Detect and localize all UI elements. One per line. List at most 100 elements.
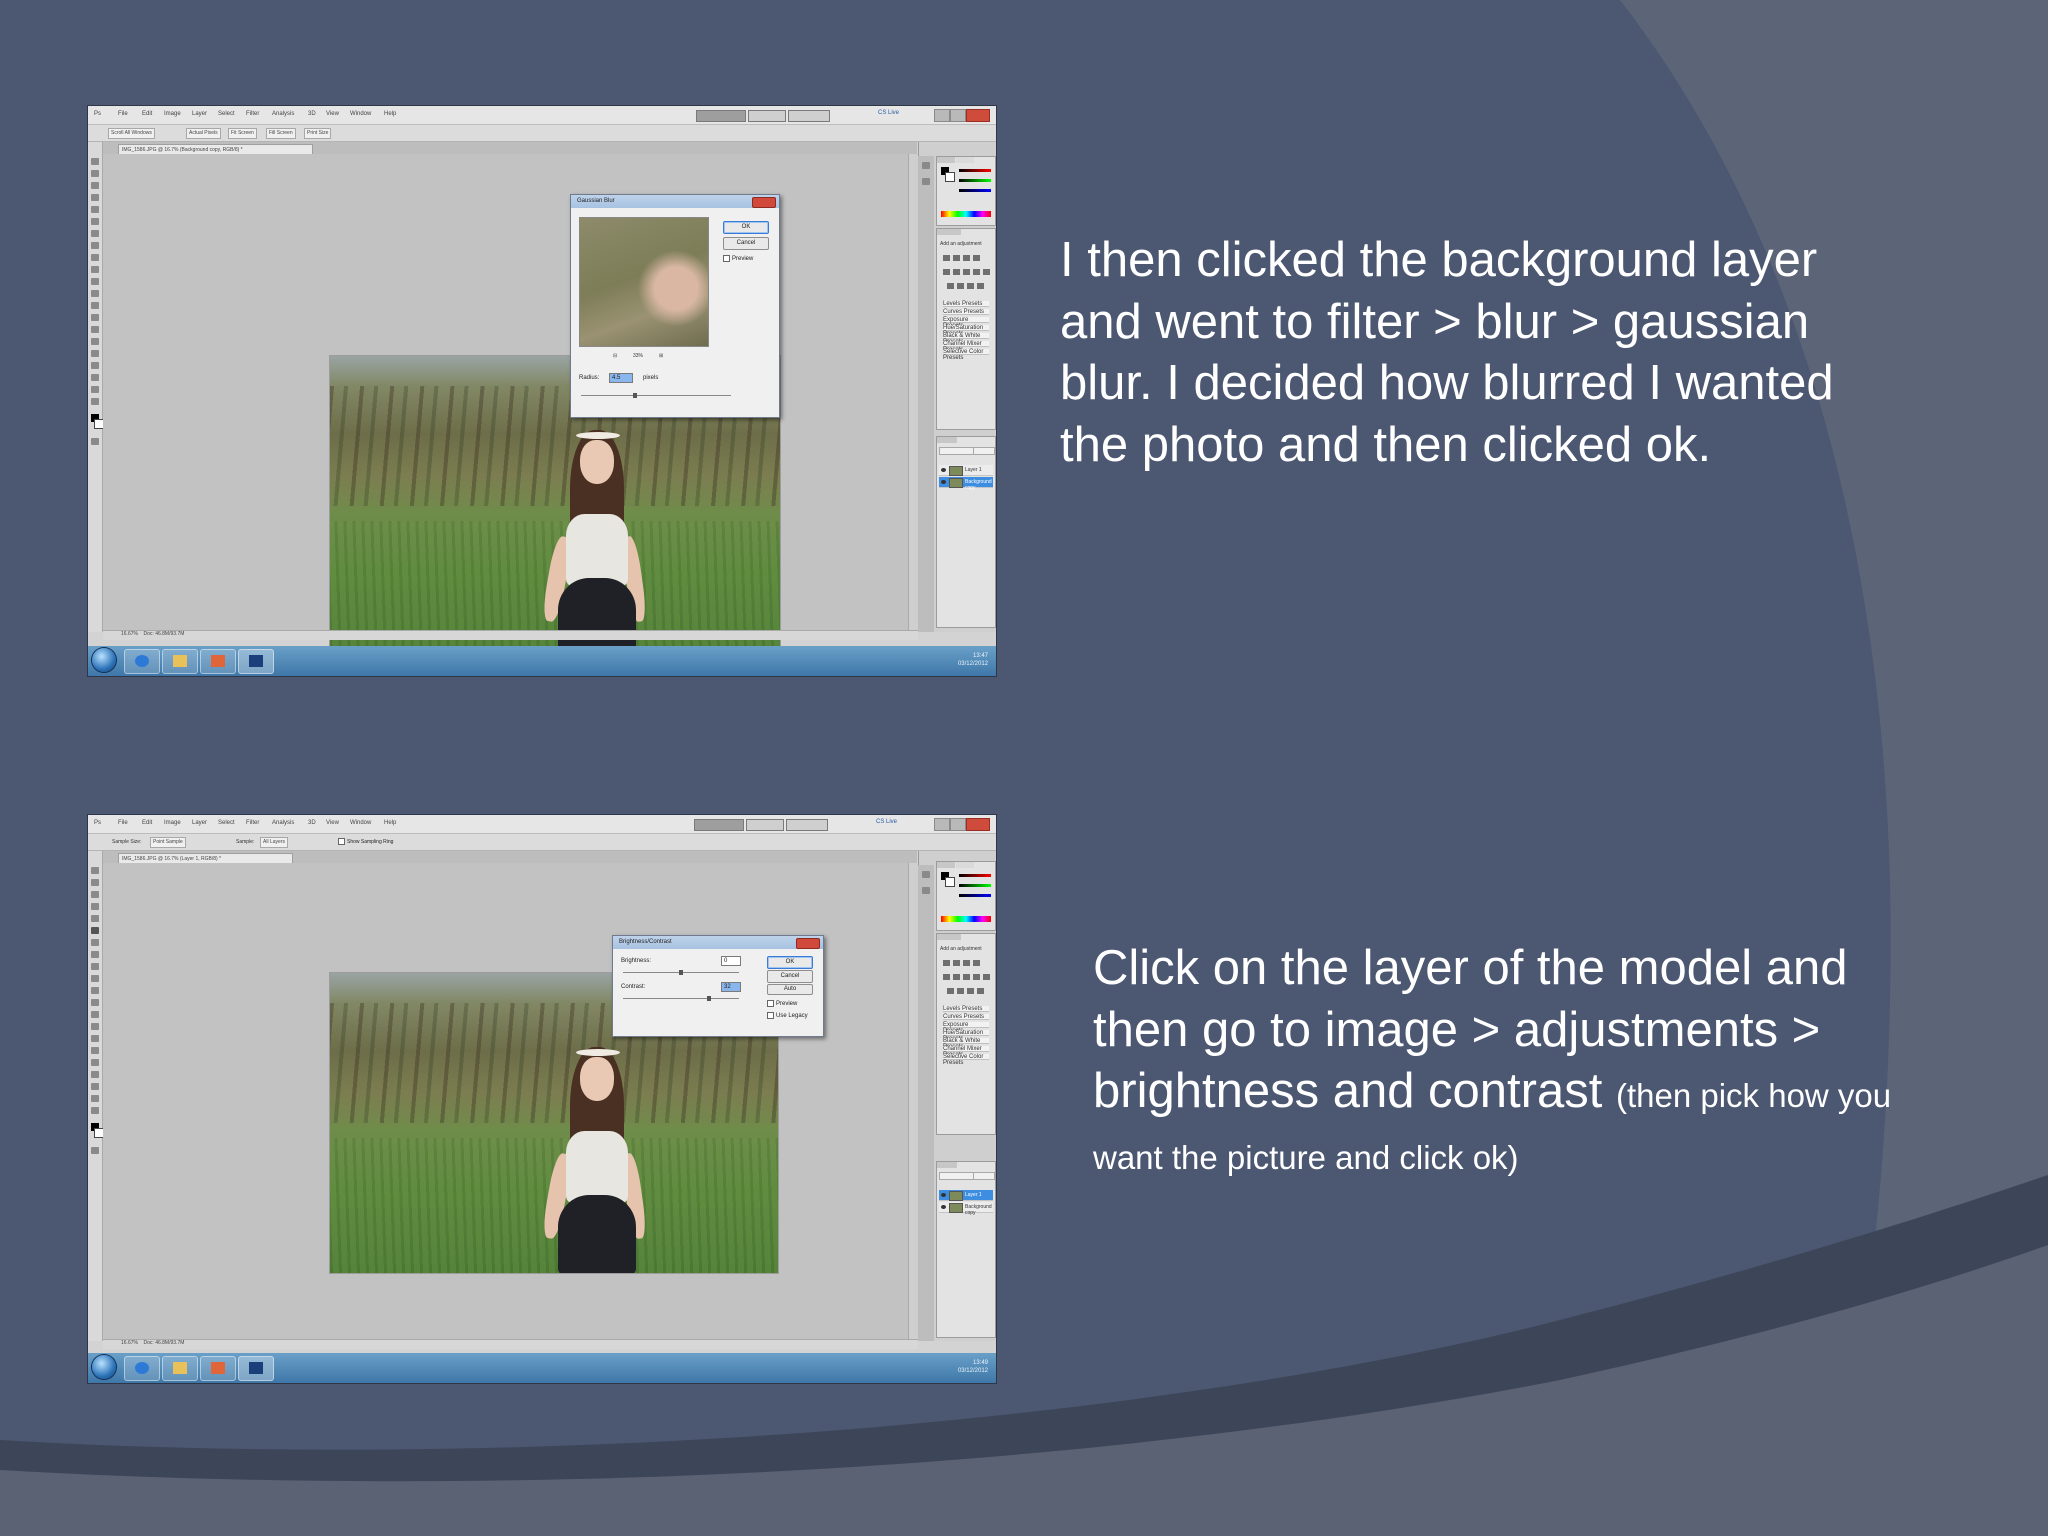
zoom-tool-icon[interactable] [91,1107,99,1114]
workspace-essentials[interactable] [696,110,746,122]
contrast-slider-thumb[interactable] [707,996,711,1001]
tab-swatches[interactable] [956,157,974,163]
layer-row-selected[interactable]: Layer 1 [939,1190,993,1201]
blur-tool-icon[interactable] [91,1011,99,1018]
option-print-size[interactable]: Print Size [304,128,332,139]
preset-levels[interactable]: Levels Presets [943,301,989,307]
tab-swatches[interactable] [956,862,974,868]
dialog-close-button[interactable] [796,938,820,949]
taskbar-clock[interactable]: 13:49 03/12/2012 [948,1359,988,1375]
minimize-button[interactable] [934,818,950,831]
invert-icon[interactable] [947,283,954,289]
ok-button[interactable]: OK [767,956,813,969]
shape-tool-icon[interactable] [91,1071,99,1078]
dodge-tool-icon[interactable] [91,1023,99,1030]
tab-adjustments[interactable] [937,229,961,235]
start-button[interactable] [92,1355,116,1379]
lasso-tool-icon[interactable] [91,182,99,189]
panel-bg-swatch[interactable] [945,877,955,887]
preset-hue-saturation[interactable]: Hue/Saturation Presets [943,325,989,337]
close-button[interactable] [966,818,990,831]
option-fill-screen[interactable]: Fill Screen [266,128,296,139]
invert-icon[interactable] [947,988,954,994]
menu-file[interactable]: File [118,820,128,826]
maximize-button[interactable] [950,818,966,831]
zoom-out-icon[interactable]: ⊟ [613,353,617,359]
menu-3d[interactable]: 3D [308,111,316,117]
red-slider[interactable] [959,874,991,877]
cs-live-link[interactable]: CS Live [878,110,899,116]
preset-exposure[interactable]: Exposure Presets [943,1022,989,1034]
preset-hue-saturation[interactable]: Hue/Saturation Presets [943,1030,989,1042]
3d-rotate-tool-icon[interactable] [91,374,99,381]
path-select-tool-icon[interactable] [91,350,99,357]
menu-window[interactable]: Window [350,820,371,826]
path-select-tool-icon[interactable] [91,1059,99,1066]
dodge-tool-icon[interactable] [91,314,99,321]
color-spectrum[interactable] [941,211,991,217]
history-panel-icon[interactable] [922,871,930,878]
brightness-input[interactable]: 0 [721,956,741,966]
menu-analysis[interactable]: Analysis [272,820,294,826]
green-slider[interactable] [959,884,991,887]
menu-edit[interactable]: Edit [142,820,152,826]
shape-tool-icon[interactable] [91,362,99,369]
workspace-design[interactable] [746,819,784,831]
brightness-icon[interactable] [943,960,950,966]
preview-checkbox[interactable]: Preview [723,255,753,262]
ok-button[interactable]: OK [723,221,769,234]
blur-tool-icon[interactable] [91,302,99,309]
black-white-icon[interactable] [973,269,980,275]
visibility-eye-icon[interactable] [941,480,946,484]
actions-panel-icon[interactable] [922,178,930,185]
maximize-button[interactable] [950,109,966,122]
quick-select-tool-icon[interactable] [91,194,99,201]
visibility-eye-icon[interactable] [941,468,946,472]
taskbar-clock[interactable]: 13:47 03/12/2012 [948,652,988,668]
visibility-eye-icon[interactable] [941,1193,946,1197]
type-tool-icon[interactable] [91,1047,99,1054]
preview-checkbox[interactable]: Preview [767,1000,797,1007]
brush-tool-icon[interactable] [91,242,99,249]
green-slider[interactable] [959,179,991,182]
brightness-slider-thumb[interactable] [679,970,683,975]
exposure-icon[interactable] [973,960,980,966]
tab-layers[interactable] [937,437,957,443]
use-legacy-checkbox[interactable]: Use Legacy [767,1012,808,1019]
tab-color[interactable] [937,157,955,163]
levels-icon[interactable] [953,255,960,261]
red-slider[interactable] [959,169,991,172]
menu-edit[interactable]: Edit [142,111,152,117]
auto-button[interactable]: Auto [767,984,813,995]
hand-tool-icon[interactable] [91,386,99,393]
preset-curves[interactable]: Curves Presets [943,309,989,315]
menu-image[interactable]: Image [164,820,181,826]
menu-file[interactable]: File [118,111,128,117]
crop-tool-icon[interactable] [91,915,99,922]
blend-mode-select[interactable] [939,447,975,455]
blue-slider[interactable] [959,894,991,897]
posterize-icon[interactable] [957,988,964,994]
radius-slider[interactable] [581,395,731,396]
menu-help[interactable]: Help [384,111,396,117]
radius-slider-thumb[interactable] [633,393,637,398]
menu-filter[interactable]: Filter [246,111,259,117]
contrast-slider[interactable] [623,998,739,999]
type-tool-icon[interactable] [91,338,99,345]
cs-live-link[interactable]: CS Live [876,819,897,825]
brightness-icon[interactable] [943,255,950,261]
zoom-readout[interactable]: 16.67% [121,631,138,637]
quick-select-tool-icon[interactable] [91,903,99,910]
show-sampling-ring-checkbox[interactable]: Show Sampling Ring [338,838,393,845]
healing-tool-icon[interactable] [91,939,99,946]
zoom-in-icon[interactable]: ⊞ [659,353,663,359]
preset-selective-color[interactable]: Selective Color Presets [943,1054,989,1066]
preset-black-white[interactable]: Black & White Presets [943,1038,989,1050]
workspace-essentials[interactable] [694,819,744,831]
menu-select[interactable]: Select [218,820,235,826]
taskbar-explorer[interactable] [124,1356,160,1381]
move-tool-icon[interactable] [91,867,99,874]
gradient-map-icon[interactable] [977,283,984,289]
cancel-button[interactable]: Cancel [723,237,769,250]
tab-layers[interactable] [937,1162,957,1168]
